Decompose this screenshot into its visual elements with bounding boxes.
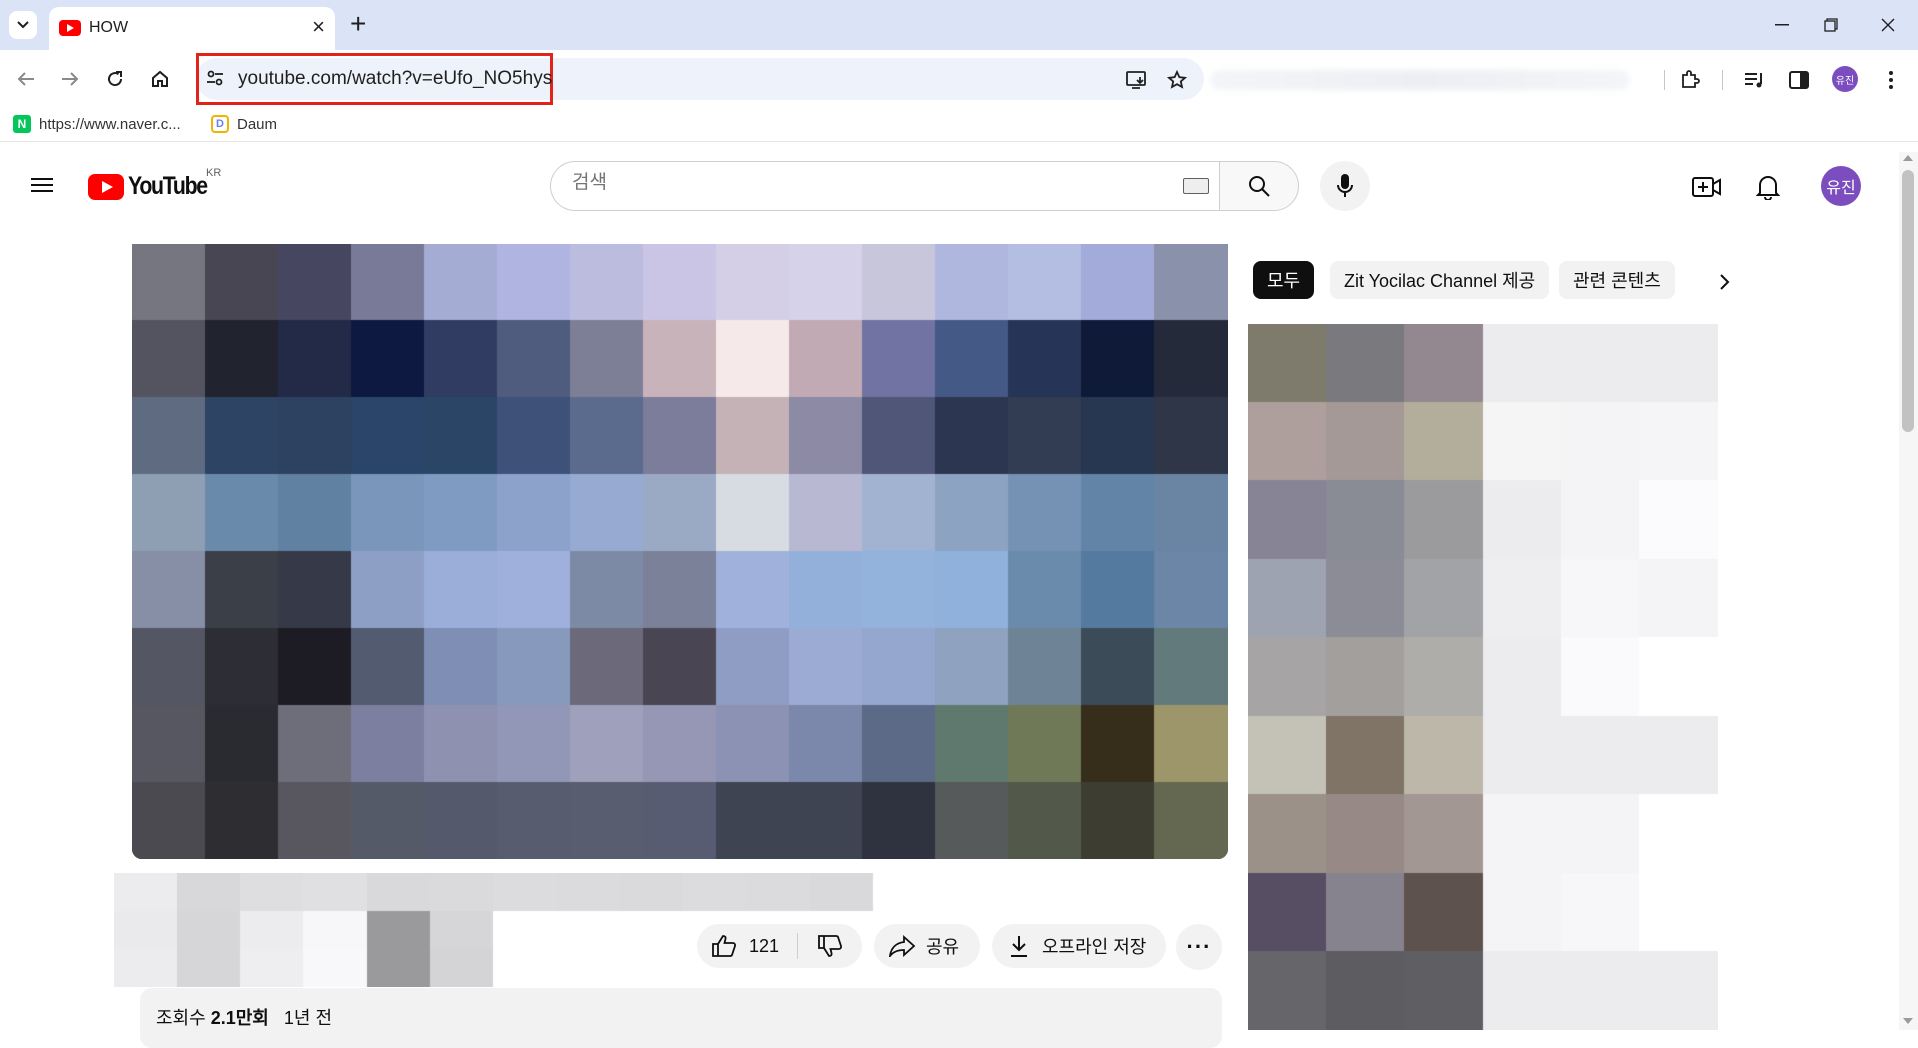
restore-button[interactable] xyxy=(1811,10,1851,40)
youtube-play-icon xyxy=(88,173,124,200)
account-avatar[interactable]: 유진 xyxy=(1821,166,1861,206)
site-info-icon[interactable] xyxy=(206,69,224,92)
toolbar-divider xyxy=(1722,70,1723,90)
bookmarks-bar: N https://www.naver.c... D Daum xyxy=(0,108,1918,142)
microphone-icon xyxy=(1337,174,1353,197)
browser-menu-icon[interactable] xyxy=(1878,67,1904,93)
bookmark-daum[interactable]: D Daum xyxy=(211,115,277,133)
youtube-logo[interactable]: YouTube xyxy=(88,172,221,201)
thumbs-up-icon xyxy=(712,935,737,957)
notifications-button[interactable] xyxy=(1752,171,1784,203)
chip-related[interactable]: 관련 콘텐츠 xyxy=(1559,261,1675,299)
bookmark-naver[interactable]: N https://www.naver.c... xyxy=(13,115,181,133)
reload-button[interactable] xyxy=(100,64,130,94)
create-video-icon xyxy=(1692,177,1721,197)
download-button[interactable]: 오프라인 저장 xyxy=(992,924,1166,968)
chevron-down-icon xyxy=(17,21,29,29)
naver-icon: N xyxy=(13,115,31,133)
share-icon xyxy=(888,935,916,957)
youtube-favicon-icon xyxy=(59,20,81,36)
daum-icon: D xyxy=(211,115,229,133)
video-meta: 조회수 2.1만회 1년 전 xyxy=(156,1004,332,1030)
back-button[interactable] xyxy=(11,64,41,94)
search-input[interactable] xyxy=(572,172,952,194)
search-icon xyxy=(1249,176,1270,197)
new-tab-button[interactable]: + xyxy=(350,10,366,38)
scroll-down-icon[interactable] xyxy=(1903,1018,1913,1024)
side-panel-icon[interactable] xyxy=(1786,67,1812,93)
bookmark-label: Daum xyxy=(237,115,278,133)
upload-date: 1년 전 xyxy=(283,1008,333,1028)
voice-search-button[interactable] xyxy=(1320,161,1370,211)
pixelated-video-frame xyxy=(132,244,1228,859)
tab-title: HOW xyxy=(89,19,129,36)
download-icon xyxy=(1011,936,1027,957)
browser-tab[interactable]: HOW × xyxy=(49,7,335,50)
views-count: 2.1만회 xyxy=(210,1008,269,1028)
share-label: 공유 xyxy=(926,937,960,957)
reload-icon xyxy=(108,71,123,87)
install-app-icon[interactable] xyxy=(1124,67,1150,93)
like-count: 121 xyxy=(749,935,780,956)
like-button[interactable]: 121 xyxy=(697,934,797,958)
scroll-up-icon[interactable] xyxy=(1903,155,1913,161)
forward-arrow-icon xyxy=(62,72,79,86)
create-video-button[interactable] xyxy=(1691,171,1723,203)
home-button[interactable] xyxy=(145,64,175,94)
pixelated-recommendations xyxy=(1248,324,1718,1030)
home-icon xyxy=(152,70,168,87)
chips-next-button[interactable] xyxy=(1710,268,1738,296)
share-button[interactable]: 공유 xyxy=(874,924,980,968)
close-window-button[interactable] xyxy=(1868,10,1908,40)
video-player[interactable] xyxy=(132,244,1228,859)
bookmark-star-icon[interactable] xyxy=(1164,67,1190,93)
download-label: 오프라인 저장 xyxy=(1042,937,1147,957)
back-arrow-icon xyxy=(17,72,34,86)
thumbs-down-icon xyxy=(818,935,843,957)
toolbar-divider xyxy=(1664,70,1665,90)
close-icon xyxy=(1881,18,1895,32)
close-tab-icon[interactable]: × xyxy=(312,16,325,38)
scrollbar-thumb[interactable] xyxy=(1902,170,1914,432)
minimize-button[interactable] xyxy=(1762,10,1802,40)
browser-tab-bar: HOW × + xyxy=(0,0,1918,50)
chip-all[interactable]: 모두 xyxy=(1253,261,1315,299)
chip-channel[interactable]: Zit Yocilac Channel 제공 xyxy=(1330,261,1550,299)
browser-profile-avatar[interactable]: 유진 xyxy=(1832,66,1858,92)
url-text[interactable]: youtube.com/watch?v=eUfo_NO5hys xyxy=(238,68,552,90)
chevron-right-icon xyxy=(1720,274,1730,290)
bookmark-label: https://www.naver.c... xyxy=(39,115,181,133)
like-dislike-group: 121 xyxy=(697,924,862,968)
keyboard-icon[interactable] xyxy=(1183,178,1209,194)
dislike-button[interactable] xyxy=(798,934,862,958)
forward-button[interactable] xyxy=(55,64,85,94)
views-label: 조회수 xyxy=(156,1008,206,1028)
region-code: KR xyxy=(206,167,222,179)
restore-icon xyxy=(1824,18,1838,32)
bell-icon xyxy=(1756,176,1780,200)
more-actions-button[interactable]: ··· xyxy=(1176,924,1222,970)
guide-menu-icon[interactable] xyxy=(28,174,58,198)
pixelated-video-title xyxy=(114,873,1000,987)
blurred-extension-area xyxy=(1210,70,1630,90)
search-button[interactable] xyxy=(1219,161,1299,211)
youtube-logo-text: YouTube xyxy=(128,172,208,200)
extensions-icon[interactable] xyxy=(1677,67,1703,93)
media-controls-icon[interactable] xyxy=(1742,67,1768,93)
tab-search-button[interactable] xyxy=(9,11,37,39)
minimize-icon xyxy=(1775,24,1789,26)
